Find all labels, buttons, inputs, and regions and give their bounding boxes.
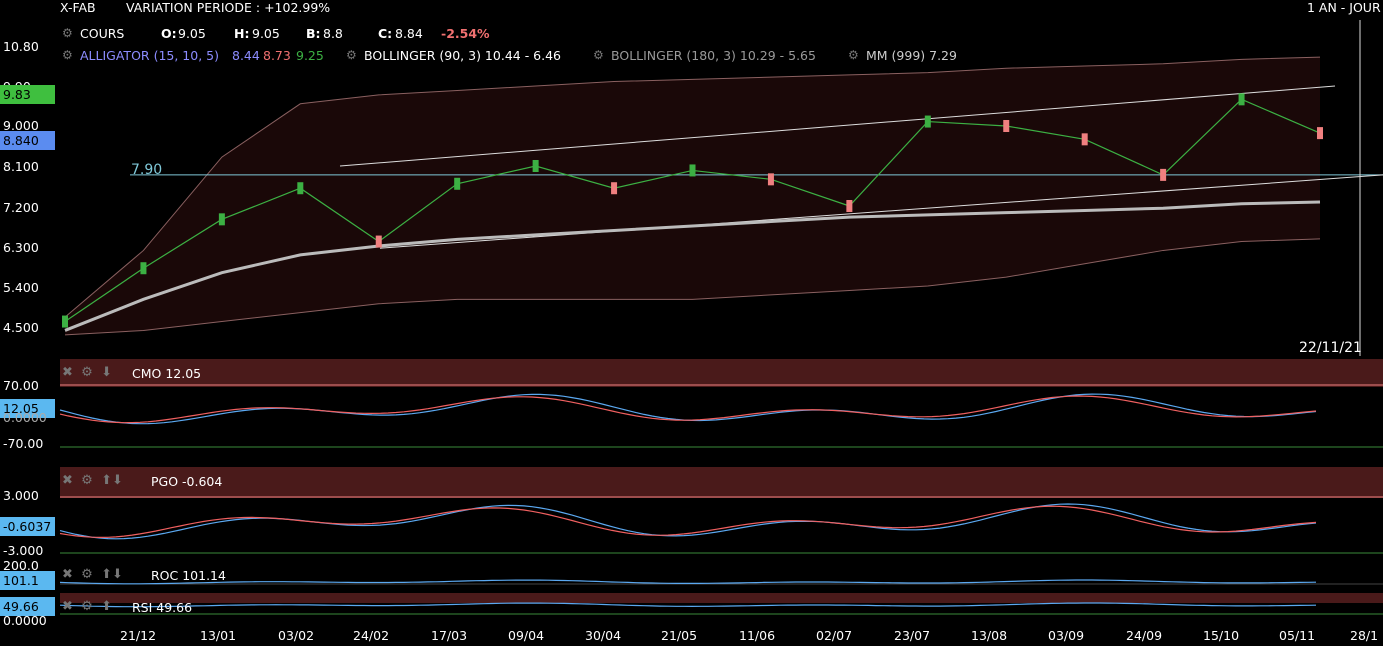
x-tick-label: 17/03 xyxy=(431,628,468,643)
x-tick-label: 11/06 xyxy=(739,628,776,643)
price-candle xyxy=(532,160,539,172)
pgo-tick-neg3: -3.000 xyxy=(3,543,44,558)
arrow-up-icon[interactable]: ⬆ xyxy=(101,473,112,488)
price-candle xyxy=(62,315,68,328)
pgo-tick-3: 3.000 xyxy=(3,488,39,503)
rsi-header-band xyxy=(60,593,1383,603)
price-candle xyxy=(454,177,461,190)
x-tick-label: 05/11 xyxy=(1279,628,1316,643)
x-tick-label: 24/02 xyxy=(353,628,390,643)
x-tick-label: 21/12 xyxy=(120,628,157,643)
x-tick-label: 09/04 xyxy=(508,628,545,643)
price-candle xyxy=(1317,127,1323,140)
rsi-line xyxy=(59,602,1317,608)
x-tick-label: 13/01 xyxy=(200,628,237,643)
price-candle xyxy=(218,213,225,226)
x-tick-label: 13/08 xyxy=(971,628,1008,643)
cmo-tick-0: 0.0000 xyxy=(3,410,47,425)
pgo-label: PGO -0.604 xyxy=(151,474,223,489)
x-tick-label: 24/09 xyxy=(1126,628,1163,643)
price-candle xyxy=(611,182,618,195)
arrow-down-icon[interactable]: ⬇ xyxy=(101,365,112,380)
cmo-toolbar: ✖ ⚙ ⬇ xyxy=(62,365,112,380)
gear-icon[interactable]: ⚙ xyxy=(81,599,93,614)
arrow-down-icon[interactable]: ⬇ xyxy=(112,567,123,582)
close-icon[interactable]: ✖ xyxy=(62,365,73,380)
cmo-tick-70: 70.00 xyxy=(3,378,39,393)
y-tick-810: 8.100 xyxy=(3,159,39,174)
pgo-signal xyxy=(59,505,1317,539)
gear-icon[interactable]: ⚙ xyxy=(81,567,93,582)
cmo-tick-neg70: -70.00 xyxy=(3,436,44,451)
y-tick-540: 5.400 xyxy=(3,280,39,295)
x-tick-label: 03/09 xyxy=(1048,628,1085,643)
price-badge-green: 9.83 xyxy=(0,85,55,104)
y-tick-720: 7.200 xyxy=(3,200,39,215)
pgo-toolbar: ✖ ⚙ ⬆⬇ xyxy=(62,473,123,488)
price-candle xyxy=(297,182,304,195)
close-icon[interactable]: ✖ xyxy=(62,599,73,614)
hline-label: 7.90 xyxy=(131,162,163,178)
x-tick-label: 03/02 xyxy=(278,628,315,643)
price-candle xyxy=(1238,93,1245,106)
roc-toolbar: ✖ ⚙ ⬆⬇ xyxy=(62,567,123,582)
x-tick-label: 30/04 xyxy=(585,628,622,643)
bollinger-band-fill xyxy=(65,57,1320,335)
pgo-badge: -0.6037 xyxy=(0,517,55,536)
roc-label: ROC 101.14 xyxy=(151,568,226,583)
gear-icon[interactable]: ⚙ xyxy=(81,365,93,380)
y-tick-630: 6.300 xyxy=(3,240,39,255)
close-icon[interactable]: ✖ xyxy=(62,567,73,582)
price-candle xyxy=(1081,133,1088,146)
pgo-header-band xyxy=(60,467,1383,498)
arrow-down-icon[interactable]: ⬇ xyxy=(112,473,123,488)
arrow-up-icon[interactable]: ⬆ xyxy=(101,567,112,582)
arrow-up-icon[interactable]: ⬆ xyxy=(101,599,112,614)
price-badge-blue: 8.840 xyxy=(0,131,55,150)
cmo-label: CMO 12.05 xyxy=(132,366,202,381)
rsi-toolbar: ✖ ⚙ ⬆ xyxy=(62,599,112,614)
rsi-label: RSI 49.66 xyxy=(132,600,193,615)
close-icon[interactable]: ✖ xyxy=(62,473,73,488)
y-tick-450: 4.500 xyxy=(3,320,39,335)
price-candle xyxy=(1003,120,1010,132)
price-candle xyxy=(140,262,147,275)
cursor-date: 22/11/21 xyxy=(1299,340,1362,356)
roc-line xyxy=(59,579,1317,585)
gear-icon[interactable]: ⚙ xyxy=(81,473,93,488)
x-tick-label: 21/05 xyxy=(661,628,698,643)
x-tick-label: 15/10 xyxy=(1203,628,1240,643)
price-chart[interactable] xyxy=(0,0,1383,646)
x-tick-label: 23/07 xyxy=(894,628,931,643)
price-candle xyxy=(924,115,931,128)
price-candle xyxy=(689,164,696,177)
y-tick-1080: 10.80 xyxy=(3,39,39,54)
price-candle xyxy=(1160,168,1167,181)
rsi-tick-0: 0.0000 xyxy=(3,613,47,628)
x-tick-label: 28/1 xyxy=(1350,628,1379,643)
price-candle xyxy=(375,235,382,248)
roc-badge: 101.1 xyxy=(0,571,55,590)
x-tick-label: 02/07 xyxy=(816,628,853,643)
cmo-signal xyxy=(59,395,1317,424)
cmo-header-band xyxy=(60,359,1383,387)
price-candle xyxy=(767,173,774,186)
price-candle xyxy=(846,200,853,212)
